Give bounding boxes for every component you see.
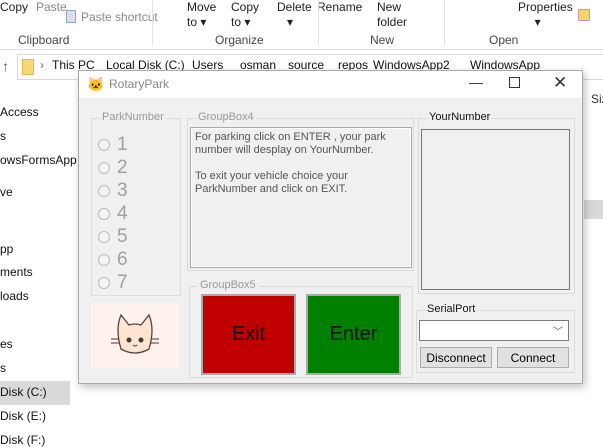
radio-label: 7: [117, 272, 128, 293]
info-group-label: GroupBox4: [196, 111, 256, 123]
divider: [444, 0, 445, 46]
divider: [152, 0, 153, 46]
serial-port-label: SerialPort: [425, 303, 478, 315]
nav-item[interactable]: pp: [0, 242, 13, 256]
radio-label: 5: [117, 226, 128, 247]
nav-item[interactable]: ments: [0, 265, 33, 279]
chevron-down-icon: ﹀: [553, 327, 563, 338]
serial-port-group: SerialPort ﹀ Disconnect Connect: [416, 303, 575, 373]
divider: [0, 49, 603, 50]
nav-item[interactable]: s: [0, 129, 6, 143]
radio-park-6[interactable]: 6: [98, 250, 128, 270]
action-group-label: GroupBox5: [198, 279, 258, 291]
connect-button[interactable]: Connect: [497, 347, 569, 368]
your-number-label: YourNumber: [427, 111, 493, 123]
move-to-label: Move to: [187, 0, 217, 29]
group-clipboard: Clipboard: [18, 33, 70, 47]
radio-park-2[interactable]: 2: [98, 158, 128, 178]
delete-button[interactable]: Delete ▾: [277, 0, 312, 30]
properties-button[interactable]: Properties ▾: [518, 0, 573, 30]
nav-item-c-drive[interactable]: Disk (C:): [0, 385, 47, 399]
action-group: GroupBox5 Exit Enter: [189, 279, 413, 378]
serial-port-combobox[interactable]: ﹀: [419, 320, 569, 341]
nav-item[interactable]: owsFormsApp: [0, 153, 77, 167]
rename-button[interactable]: Rename: [317, 0, 362, 15]
nav-item[interactable]: ve: [0, 185, 13, 199]
nav-item[interactable]: Access: [0, 105, 39, 119]
radio-park-3[interactable]: 3: [98, 181, 128, 201]
properties-label: Properties: [518, 0, 573, 14]
info-group: GroupBox4 For parking click on ENTER , y…: [187, 111, 414, 271]
copy-button[interactable]: Copy: [0, 0, 28, 15]
rotarypark-window: 🐱 RotaryPark — ✕ ParkNumber 1 2 3 4 5 6 …: [78, 70, 583, 384]
group-open: Open: [489, 33, 519, 47]
cat-face-icon: [111, 313, 159, 354]
minimize-button[interactable]: —: [469, 74, 483, 90]
nav-item[interactable]: loads: [0, 289, 29, 303]
enter-button[interactable]: Enter: [306, 294, 401, 375]
new-folder-button[interactable]: New folder: [377, 0, 413, 30]
copy-to-button[interactable]: Copy to ▾: [231, 0, 261, 30]
close-button[interactable]: ✕: [553, 73, 567, 93]
info-textbox[interactable]: For parking click on ENTER , your park n…: [190, 127, 412, 268]
divider: [318, 0, 319, 46]
radio-park-1[interactable]: 1: [98, 135, 128, 155]
chevron-right-icon: ›: [40, 58, 44, 72]
park-number-label: ParkNumber: [100, 111, 166, 123]
copy-to-label: Copy to: [231, 0, 260, 29]
paste-shortcut-button[interactable]: Paste shortcut: [81, 10, 158, 25]
radio-label: 6: [117, 249, 128, 270]
radio-label: 2: [117, 157, 128, 178]
nav-item[interactable]: s: [0, 361, 6, 375]
paste-button[interactable]: Paste: [36, 0, 67, 15]
maximize-button[interactable]: [509, 77, 520, 88]
disconnect-button[interactable]: Disconnect: [420, 347, 492, 368]
your-number-group: YourNumber: [418, 111, 575, 294]
window-title: RotaryPark: [109, 77, 170, 91]
folder-icon: [22, 59, 34, 75]
title-bar[interactable]: 🐱 RotaryPark — ✕: [79, 71, 582, 98]
nav-item-f-drive[interactable]: Disk (F:): [0, 433, 45, 447]
history-icon: [578, 9, 590, 21]
park-number-group: ParkNumber 1 2 3 4 5 6 7: [91, 111, 181, 296]
radio-label: 1: [117, 134, 128, 155]
column-header-size[interactable]: Size: [591, 92, 603, 106]
selected-row[interactable]: [584, 200, 603, 219]
radio-park-4[interactable]: 4: [98, 204, 128, 224]
radio-park-7[interactable]: 7: [98, 273, 128, 293]
group-organize: Organize: [215, 33, 264, 47]
exit-button[interactable]: Exit: [201, 294, 296, 375]
your-number-display: [421, 129, 570, 290]
nav-item-e-drive[interactable]: Disk (E:): [0, 409, 46, 423]
nav-item[interactable]: es: [0, 337, 13, 351]
paste-shortcut-icon: [66, 10, 76, 23]
move-to-button[interactable]: Move to ▾: [187, 0, 217, 30]
group-new: New: [370, 33, 395, 47]
up-arrow-icon[interactable]: ↑: [2, 58, 9, 74]
radio-label: 3: [117, 180, 128, 201]
radio-label: 4: [117, 203, 128, 224]
radio-park-5[interactable]: 5: [98, 227, 128, 247]
delete-label: Delete: [277, 0, 312, 14]
cat-picture: [91, 303, 179, 368]
cat-icon: 🐱: [87, 76, 105, 92]
